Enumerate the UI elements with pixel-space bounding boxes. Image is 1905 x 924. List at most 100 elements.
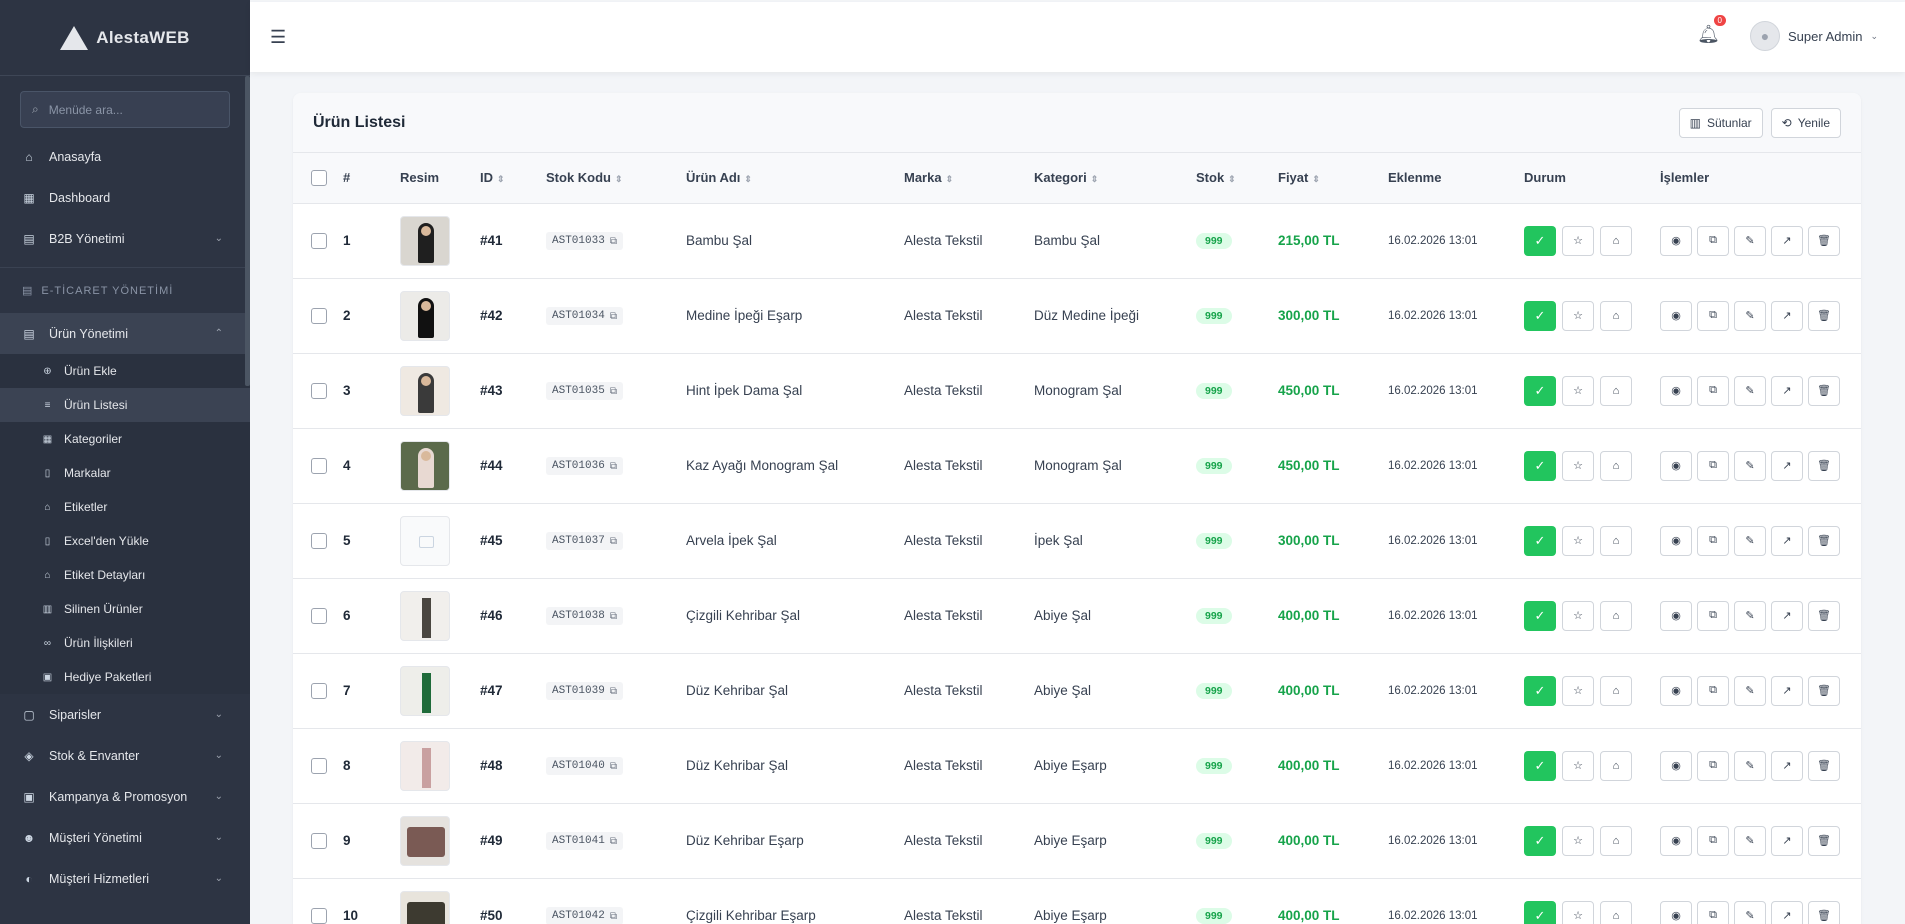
status-active-button[interactable]: ✓ — [1524, 750, 1556, 781]
status-active-button[interactable]: ✓ — [1524, 375, 1556, 406]
copy-icon[interactable]: ⧉ — [610, 236, 617, 247]
featured-toggle-button[interactable]: ☆ — [1562, 825, 1594, 856]
sidebar-item-product-management[interactable]: ▤ Ürün Yönetimi ⌃ — [0, 313, 250, 354]
status-active-button[interactable]: ✓ — [1524, 300, 1556, 331]
table-row[interactable]: 6 #46 AST01038 ⧉ Çizgili Kehribar Şal Ale… — [293, 578, 1861, 654]
external-link-button[interactable]: ↗ — [1771, 600, 1803, 631]
view-button[interactable]: ◉ — [1660, 675, 1692, 706]
edit-button[interactable]: ✎ — [1734, 450, 1766, 481]
featured-toggle-button[interactable]: ☆ — [1562, 600, 1594, 631]
submenu-item-8[interactable]: ∞ Ürün İlişkileri — [0, 626, 250, 660]
edit-button[interactable]: ✎ — [1734, 375, 1766, 406]
product-image[interactable] — [400, 740, 450, 791]
external-link-button[interactable]: ↗ — [1771, 525, 1803, 556]
product-image[interactable] — [400, 290, 450, 341]
edit-button[interactable]: ✎ — [1734, 525, 1766, 556]
external-link-button[interactable]: ↗ — [1771, 900, 1803, 924]
column-header-category[interactable]: Kategori ⇕ — [1034, 153, 1196, 204]
table-row[interactable]: 10 #50 AST01042 ⧉ Çizgili Kehribar Eşarp … — [293, 878, 1861, 924]
table-row[interactable]: 5 #45 AST01037 ⧉ Arvela İpek Şal Alesta T… — [293, 503, 1861, 579]
row-checkbox[interactable] — [311, 457, 327, 474]
external-link-button[interactable]: ↗ — [1771, 375, 1803, 406]
status-active-button[interactable]: ✓ — [1524, 225, 1556, 256]
copy-button[interactable]: ⧉ — [1697, 750, 1729, 781]
copy-icon[interactable]: ⧉ — [610, 311, 617, 322]
trash-button[interactable]: 🗑︎ — [1808, 600, 1840, 631]
featured-toggle-button[interactable]: ☆ — [1562, 525, 1594, 556]
copy-icon[interactable]: ⧉ — [610, 836, 617, 847]
copy-icon[interactable]: ⧉ — [610, 611, 617, 622]
user-menu[interactable]: ● Super Admin ⌄ — [1750, 21, 1878, 51]
copy-icon[interactable]: ⧉ — [610, 461, 617, 472]
select-all-checkbox[interactable] — [311, 170, 327, 187]
refresh-button[interactable]: ⟲ Yenile — [1770, 107, 1841, 138]
trash-button[interactable]: 🗑︎ — [1808, 225, 1840, 256]
edit-button[interactable]: ✎ — [1734, 600, 1766, 631]
copy-button[interactable]: ⧉ — [1697, 525, 1729, 556]
submenu-item-2[interactable]: ▦ Kategoriler — [0, 422, 250, 456]
status-active-button[interactable]: ✓ — [1524, 525, 1556, 556]
edit-button[interactable]: ✎ — [1734, 300, 1766, 331]
sku-tag[interactable]: AST01037 ⧉ — [546, 532, 623, 550]
row-checkbox[interactable] — [311, 832, 327, 849]
external-link-button[interactable]: ↗ — [1771, 825, 1803, 856]
edit-button[interactable]: ✎ — [1734, 225, 1766, 256]
copy-icon[interactable]: ⧉ — [610, 686, 617, 697]
featured-toggle-button[interactable]: ☆ — [1562, 675, 1594, 706]
sku-tag[interactable]: AST01039 ⧉ — [546, 682, 623, 700]
column-header-price[interactable]: Fiyat ⇕ — [1278, 153, 1388, 204]
sidebar-item-dashboard[interactable]: ▦ Dashboard — [0, 177, 250, 218]
product-image[interactable] — [400, 590, 450, 641]
copy-button[interactable]: ⧉ — [1697, 375, 1729, 406]
sku-tag[interactable]: AST01033 ⧉ — [546, 232, 623, 250]
trash-button[interactable]: 🗑︎ — [1808, 300, 1840, 331]
trash-button[interactable]: 🗑︎ — [1808, 525, 1840, 556]
featured-toggle-button[interactable]: ☆ — [1562, 750, 1594, 781]
logo[interactable]: AlestaWEB — [0, 0, 250, 76]
trash-button[interactable]: 🗑︎ — [1808, 900, 1840, 924]
status-active-button[interactable]: ✓ — [1524, 450, 1556, 481]
row-checkbox[interactable] — [311, 907, 327, 924]
view-button[interactable]: ◉ — [1660, 300, 1692, 331]
submenu-item-9[interactable]: ▣ Hediye Paketleri — [0, 660, 250, 694]
featured-toggle-button[interactable]: ☆ — [1562, 225, 1594, 256]
view-button[interactable]: ◉ — [1660, 900, 1692, 924]
edit-button[interactable]: ✎ — [1734, 825, 1766, 856]
product-image[interactable] — [400, 365, 450, 416]
tag-button[interactable]: ⌂ — [1600, 450, 1632, 481]
trash-button[interactable]: 🗑︎ — [1808, 675, 1840, 706]
tag-button[interactable]: ⌂ — [1600, 675, 1632, 706]
product-image[interactable] — [400, 665, 450, 716]
table-row[interactable]: 3 #43 AST01035 ⧉ Hint İpek Dama Şal Alest… — [293, 353, 1861, 429]
featured-toggle-button[interactable]: ☆ — [1562, 450, 1594, 481]
copy-button[interactable]: ⧉ — [1697, 225, 1729, 256]
submenu-item-3[interactable]: ▯ Markalar — [0, 456, 250, 490]
product-image[interactable] — [400, 215, 450, 266]
notification-bell-icon[interactable]: 🔔︎ 0 — [1697, 15, 1726, 45]
status-active-button[interactable]: ✓ — [1524, 900, 1556, 924]
view-button[interactable]: ◉ — [1660, 375, 1692, 406]
status-active-button[interactable]: ✓ — [1524, 675, 1556, 706]
status-active-button[interactable]: ✓ — [1524, 825, 1556, 856]
external-link-button[interactable]: ↗ — [1771, 450, 1803, 481]
view-button[interactable]: ◉ — [1660, 750, 1692, 781]
sku-tag[interactable]: AST01034 ⧉ — [546, 307, 623, 325]
tag-button[interactable]: ⌂ — [1600, 825, 1632, 856]
row-checkbox[interactable] — [311, 532, 327, 549]
copy-button[interactable]: ⧉ — [1697, 825, 1729, 856]
sidebar-item-kampanya-promosyon[interactable]: ▣ Kampanya & Promosyon ⌄ — [0, 776, 250, 817]
row-checkbox[interactable] — [311, 232, 327, 249]
edit-button[interactable]: ✎ — [1734, 900, 1766, 924]
hamburger-menu-icon[interactable]: ☰ — [270, 27, 286, 48]
column-header-brand[interactable]: Marka ⇕ — [904, 153, 1034, 204]
sidebar-scrollbar[interactable] — [245, 76, 250, 386]
row-checkbox[interactable] — [311, 607, 327, 624]
table-row[interactable]: 1 #41 AST01033 ⧉ Bambu Şal Alesta Tekstil… — [293, 203, 1861, 279]
copy-icon[interactable]: ⧉ — [610, 761, 617, 772]
sku-tag[interactable]: AST01042 ⧉ — [546, 907, 623, 924]
tag-button[interactable]: ⌂ — [1600, 300, 1632, 331]
external-link-button[interactable]: ↗ — [1771, 750, 1803, 781]
columns-button[interactable]: ▥ Sütunlar — [1678, 107, 1763, 138]
table-row[interactable]: 2 #42 AST01034 ⧉ Medine İpeği Eşarp Alest… — [293, 278, 1861, 354]
table-row[interactable]: 7 #47 AST01039 ⧉ Düz Kehribar Şal Alesta … — [293, 653, 1861, 729]
